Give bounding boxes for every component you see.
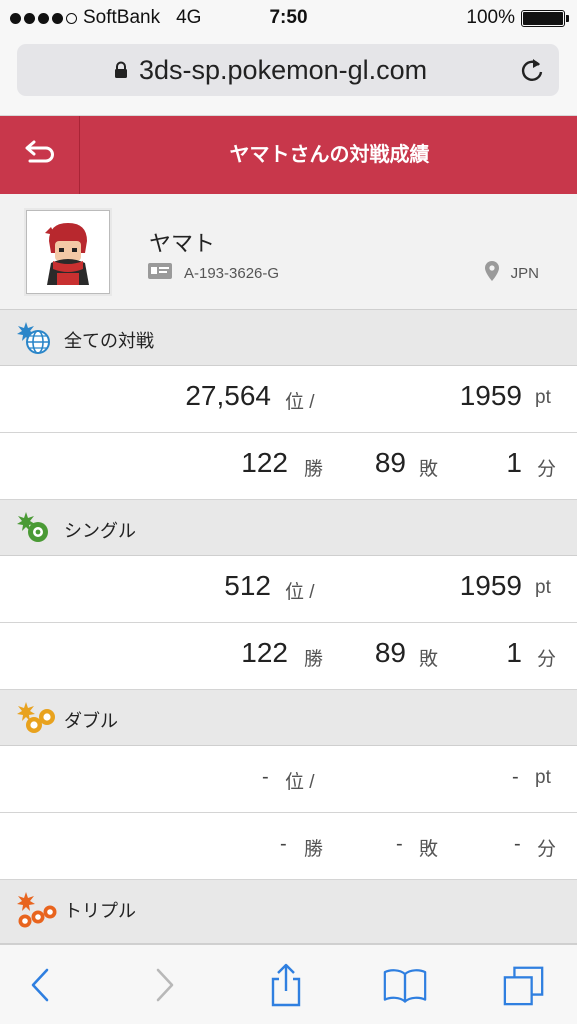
double-battle-icon [14, 700, 58, 741]
bookmarks-button[interactable] [383, 963, 427, 1007]
globe-battle-icon [14, 320, 54, 361]
country: JPN [484, 261, 539, 285]
rank-row-single: 512 位 / 1959 pt [0, 556, 577, 623]
rating-value: - [512, 766, 519, 788]
browser-back-button[interactable] [18, 963, 62, 1007]
triple-battle-icon [14, 890, 58, 935]
section-header-triple: トリプル [0, 880, 577, 944]
wins-value: 122 [241, 637, 288, 668]
battery-icon [521, 9, 569, 27]
trainer-sprite-icon [27, 211, 109, 293]
page-header: ヤマトさんの対戦成績 [0, 116, 577, 194]
id-card-icon [148, 263, 172, 283]
rank-unit: 位 / [285, 392, 315, 413]
page-title: ヤマトさんの対戦成績 [229, 144, 430, 166]
rating-value: 1959 [459, 380, 522, 411]
wins-unit: 勝 [304, 459, 324, 480]
rank-row-all: 27,564 位 / 1959 pt [0, 366, 577, 433]
losses-value: 89 [374, 447, 406, 478]
rank-value: - [262, 766, 269, 788]
browser-address-area: 3ds-sp.pokemon-gl.com [0, 38, 577, 116]
status-bar: SoftBank 4G 7:50 100% [0, 0, 577, 38]
chevron-left-icon [31, 968, 49, 1002]
reload-icon[interactable] [519, 56, 545, 89]
section-label: 全ての対戦 [64, 331, 154, 351]
friend-code: A-193-3626-G [148, 263, 279, 283]
return-arrow-icon [24, 140, 56, 171]
address-bar[interactable]: 3ds-sp.pokemon-gl.com [17, 44, 559, 96]
avatar [26, 210, 110, 294]
rank-value: 512 [224, 570, 271, 601]
record-row-double: - 勝 - 敗 - 分 [0, 813, 577, 880]
draws-value: 1 [506, 637, 522, 668]
rank-row-double: - 位 / - pt [0, 746, 577, 813]
map-pin-icon [484, 261, 499, 285]
section-header-single: シングル [0, 500, 577, 556]
url-text: 3ds-sp.pokemon-gl.com [139, 55, 428, 85]
losses-value: - [396, 833, 403, 855]
browser-toolbar [0, 944, 577, 1024]
friend-code-text: A-193-3626-G [184, 264, 280, 282]
rating-unit: pt [535, 387, 551, 408]
rank-value: 27,564 [185, 380, 271, 411]
losses-unit: 敗 [419, 839, 439, 860]
wins-value: 122 [241, 447, 288, 478]
losses-unit: 敗 [419, 649, 439, 670]
draws-unit: 分 [537, 839, 557, 860]
status-right: 100% [466, 7, 569, 29]
section-header-all: 全ての対戦 [0, 310, 577, 366]
player-profile: ヤマト A-193-3626-G JPN [0, 194, 577, 310]
draws-value: 1 [506, 447, 522, 478]
rank-unit: 位 / [285, 582, 315, 603]
back-button[interactable] [0, 116, 80, 194]
lock-icon [114, 61, 128, 84]
country-code: JPN [510, 264, 539, 282]
section-label: ダブル [64, 711, 118, 731]
section-header-double: ダブル [0, 690, 577, 746]
tabs-button[interactable] [502, 963, 546, 1007]
section-label: シングル [64, 521, 136, 541]
draws-unit: 分 [537, 649, 557, 670]
share-icon [271, 963, 301, 1007]
draws-value: - [514, 833, 521, 855]
rating-unit: pt [535, 577, 551, 598]
section-label: トリプル [64, 901, 136, 921]
rank-unit: 位 / [285, 772, 315, 793]
share-button[interactable] [264, 963, 308, 1007]
book-icon [383, 969, 427, 1003]
wins-unit: 勝 [304, 839, 324, 860]
wins-value: - [280, 833, 287, 855]
rating-value: 1959 [459, 570, 522, 601]
battery-percent: 100% [466, 7, 515, 28]
losses-unit: 敗 [419, 459, 439, 480]
wins-unit: 勝 [304, 649, 324, 670]
tabs-icon [503, 966, 544, 1006]
losses-value: 89 [374, 637, 406, 668]
rating-unit: pt [535, 767, 551, 788]
record-row-all: 122 勝 89 敗 1 分 [0, 433, 577, 500]
draws-unit: 分 [537, 459, 557, 480]
browser-forward-button[interactable] [143, 963, 187, 1007]
player-name: ヤマト [149, 231, 216, 256]
single-battle-icon [14, 510, 54, 551]
chevron-right-icon [156, 968, 174, 1002]
record-row-single: 122 勝 89 敗 1 分 [0, 623, 577, 690]
